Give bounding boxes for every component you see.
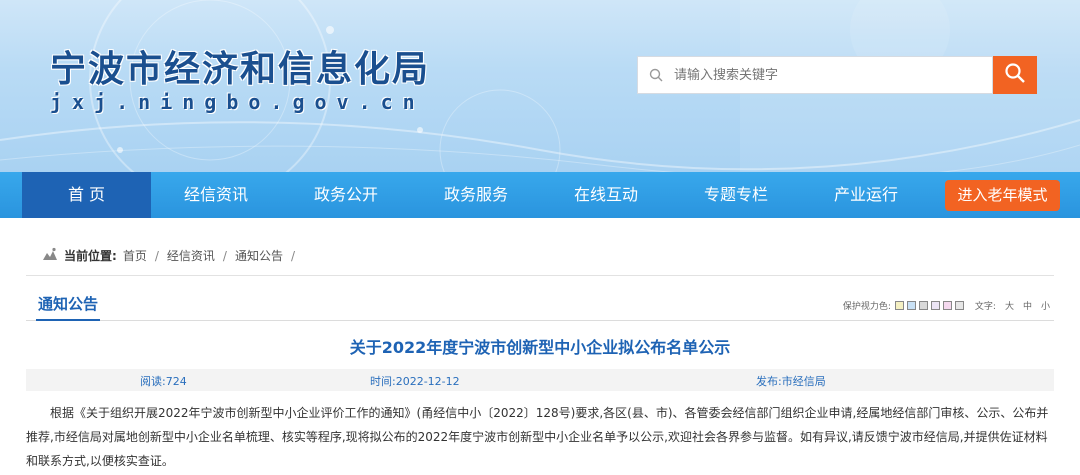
search-box[interactable] (637, 56, 993, 94)
article-meta: 阅读:724 时间:2022-12-12 发布:市经信局 (26, 369, 1054, 391)
search-button[interactable] (993, 56, 1037, 94)
article-reads: 阅读:724 (140, 375, 187, 388)
eye-color-swatch-pink[interactable] (942, 301, 952, 310)
search-icon (638, 57, 674, 93)
article-time: 时间:2022-12-12 (370, 375, 460, 388)
eye-color-swatch-blue[interactable] (906, 301, 916, 310)
breadcrumb-separator: / (290, 248, 295, 263)
eye-color-swatch-gray[interactable] (918, 301, 928, 310)
eye-color-swatch-light[interactable] (954, 301, 964, 310)
breadcrumb-label: 当前位置: (64, 249, 117, 263)
nav-item-home[interactable]: 首 页 (22, 172, 151, 218)
location-icon (42, 247, 58, 264)
protect-color-label: 保护视力色: (842, 302, 891, 312)
breadcrumb-news[interactable]: 经信资讯 (167, 247, 215, 264)
eye-color-swatch-lavender[interactable] (930, 301, 940, 310)
nav-item-gov-service[interactable]: 政务服务 (411, 172, 541, 218)
site-domain: jxj.ningbo.gov.cn (50, 90, 425, 114)
font-size-medium[interactable]: 中 (1023, 299, 1032, 312)
eye-color-swatch-yellow[interactable] (894, 301, 904, 310)
nav-item-gov-open[interactable]: 政务公开 (281, 172, 411, 218)
breadcrumb-home[interactable]: 首页 (123, 247, 147, 264)
breadcrumb-separator: / (222, 248, 227, 263)
nav-item-topics[interactable]: 专题专栏 (671, 172, 801, 218)
nav-item-news[interactable]: 经信资讯 (151, 172, 281, 218)
main-nav: 首 页 经信资讯 政务公开 政务服务 在线互动 专题专栏 产业运行 (0, 172, 1080, 218)
breadcrumb: 当前位置: 首页 / 经信资讯 / 通知公告 / (26, 236, 1054, 276)
search-input[interactable] (674, 60, 974, 90)
article-publisher: 发布:市经信局 (756, 375, 826, 388)
nav-item-interaction[interactable]: 在线互动 (541, 172, 671, 218)
breadcrumb-separator: / (154, 248, 159, 263)
reading-tools: 保护视力色: 文字: 大 中 小 (843, 299, 1050, 312)
section-bar: 通知公告 保护视力色: 文字: 大 中 小 (26, 287, 1054, 321)
article-title: 关于2022年度宁波市创新型中小企业拟公布名单公示 (349, 338, 731, 357)
font-size-label: 文字: (974, 302, 996, 312)
site-title: 宁波市经济和信息化局 (50, 48, 431, 90)
section-tab-notices[interactable]: 通知公告 (36, 291, 101, 321)
font-size-small[interactable]: 小 (1041, 299, 1050, 312)
elder-mode-button[interactable]: 进入老年模式 (945, 180, 1060, 211)
font-size-large[interactable]: 大 (1005, 299, 1014, 312)
nav-item-industry[interactable]: 产业运行 (801, 172, 931, 218)
search-icon (1004, 62, 1026, 88)
breadcrumb-notices[interactable]: 通知公告 (235, 247, 283, 264)
article-body: 根据《关于组织开展2022年宁波市创新型中小企业评价工作的通知》(甬经信中小〔2… (26, 406, 1049, 468)
